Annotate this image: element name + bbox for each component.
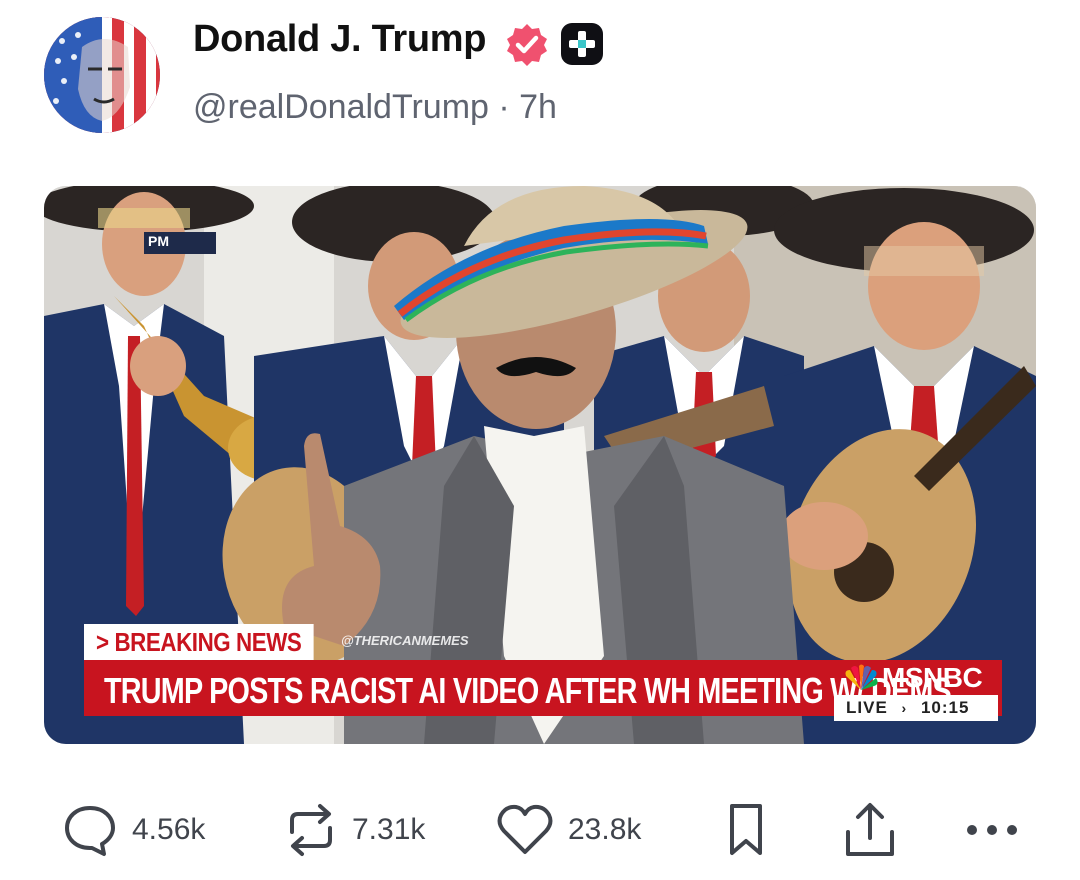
live-label: LIVE [846,698,888,717]
reply-count: 4.56k [132,813,206,846]
post-action-bar: 4.56k 7.31k 23.8k [0,790,1080,870]
corner-time-text: PM [148,233,169,249]
breaking-news-tag: > BREAKING NEWS [84,624,314,660]
like-count: 23.8k [568,813,642,846]
author-avatar[interactable] [44,17,160,133]
author-name[interactable]: Donald J. Trump [193,18,487,61]
repost-icon [290,804,332,856]
repost-count: 7.31k [352,813,426,846]
network-logo-icon [845,664,878,690]
live-indicator: LIVE › 10:15 [834,695,998,721]
watermark: @THERICANMEMES [341,633,469,648]
post-media[interactable]: PM > BREAKING NEWS @THERICANMEMES TRUMP … [44,186,1036,744]
bookmark-icon [730,804,762,855]
network-name: MSNBC [882,662,983,693]
bookmark-button[interactable] [724,800,768,860]
clock-text: 10:15 [920,698,970,717]
chevron-right-icon: › [901,700,908,716]
like-button[interactable]: 23.8k [496,800,641,860]
repost-button[interactable]: 7.31k [284,800,425,860]
share-icon [846,803,894,856]
reply-button[interactable]: 4.56k [62,800,205,860]
like-icon [497,804,553,854]
share-button[interactable] [842,800,898,860]
more-icon [967,825,1017,835]
news-headline: TRUMP POSTS RACIST AI VIDEO AFTER WH MEE… [104,670,952,711]
more-button[interactable] [964,800,1020,860]
author-handle-and-time: @realDonaldTrump · 7h [193,88,557,126]
verified-icon [507,24,547,66]
plus-badge-icon [561,23,603,65]
reply-icon [65,806,115,856]
